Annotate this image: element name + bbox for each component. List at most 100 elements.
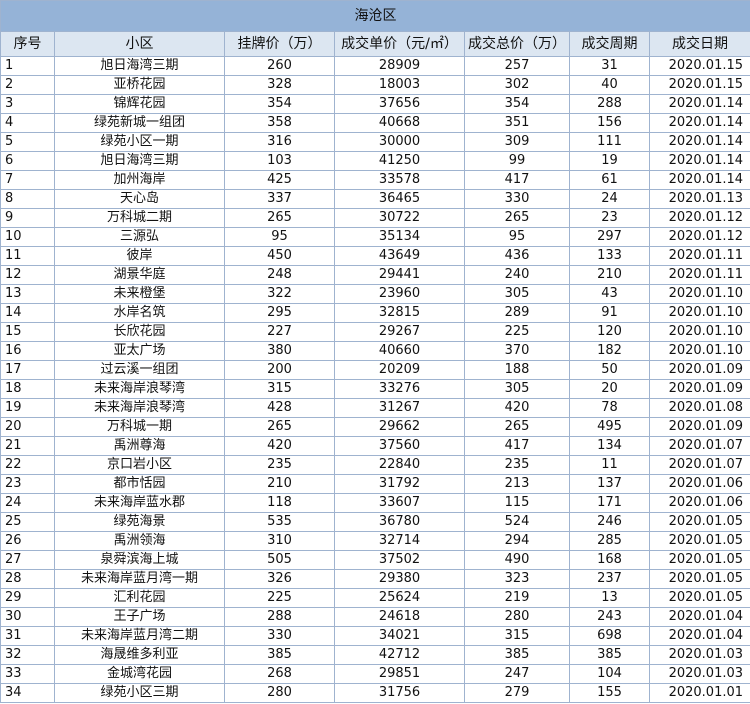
cell-cycle: 297 [569, 227, 650, 247]
cell-index: 17 [0, 360, 55, 380]
cell-date: 2020.01.11 [648, 246, 750, 266]
cell-date: 2020.01.10 [648, 322, 750, 342]
cell-index: 25 [0, 512, 55, 532]
cell-date: 2020.01.03 [648, 664, 750, 684]
cell-list-price: 310 [224, 531, 335, 551]
cell-cycle: 20 [569, 379, 650, 399]
cell-unit-price: 22840 [334, 455, 465, 475]
cell-community: 禹洲尊海 [54, 436, 225, 456]
cell-cycle: 104 [569, 664, 650, 684]
cell-list-price: 315 [224, 379, 335, 399]
cell-unit-price: 29662 [334, 417, 465, 437]
cell-community: 水岸名筑 [54, 303, 225, 323]
cell-index: 5 [0, 132, 55, 152]
cell-community: 未来海岸蓝月湾二期 [54, 626, 225, 646]
cell-total-price: 289 [464, 303, 570, 323]
cell-date: 2020.01.10 [648, 341, 750, 361]
cell-index: 26 [0, 531, 55, 551]
table-row: 19 未来海岸浪琴湾 428 31267 420 78 2020.01.08 [0, 398, 750, 418]
cell-unit-price: 31756 [334, 683, 465, 703]
cell-list-price: 428 [224, 398, 335, 418]
cell-total-price: 99 [464, 151, 570, 171]
cell-list-price: 337 [224, 189, 335, 209]
cell-unit-price: 37502 [334, 550, 465, 570]
cell-community: 未来橙堡 [54, 284, 225, 304]
cell-index: 16 [0, 341, 55, 361]
cell-cycle: 50 [569, 360, 650, 380]
cell-date: 2020.01.07 [648, 455, 750, 475]
cell-cycle: 61 [569, 170, 650, 190]
cell-total-price: 305 [464, 379, 570, 399]
cell-date: 2020.01.01 [648, 683, 750, 703]
table-row: 20 万科城一期 265 29662 265 495 2020.01.09 [0, 417, 750, 437]
cell-index: 14 [0, 303, 55, 323]
cell-cycle: 31 [569, 56, 650, 76]
cell-community: 海晟维多利亚 [54, 645, 225, 665]
cell-cycle: 43 [569, 284, 650, 304]
cell-cycle: 171 [569, 493, 650, 513]
cell-unit-price: 31267 [334, 398, 465, 418]
cell-community: 绿苑海景 [54, 512, 225, 532]
cell-unit-price: 33607 [334, 493, 465, 513]
cell-list-price: 330 [224, 626, 335, 646]
cell-unit-price: 29380 [334, 569, 465, 589]
cell-index: 29 [0, 588, 55, 608]
cell-unit-price: 41250 [334, 151, 465, 171]
cell-cycle: 91 [569, 303, 650, 323]
cell-total-price: 524 [464, 512, 570, 532]
table-row: 33 金城湾花园 268 29851 247 104 2020.01.03 [0, 664, 750, 684]
cell-index: 6 [0, 151, 55, 171]
cell-total-price: 240 [464, 265, 570, 285]
cell-list-price: 95 [224, 227, 335, 247]
cell-cycle: 78 [569, 398, 650, 418]
cell-unit-price: 32815 [334, 303, 465, 323]
table-row: 8 天心岛 337 36465 330 24 2020.01.13 [0, 189, 750, 209]
cell-list-price: 420 [224, 436, 335, 456]
cell-unit-price: 37560 [334, 436, 465, 456]
cell-index: 20 [0, 417, 55, 437]
table-row: 10 三源弘 95 35134 95 297 2020.01.12 [0, 227, 750, 247]
cell-date: 2020.01.12 [648, 208, 750, 228]
cell-cycle: 182 [569, 341, 650, 361]
cell-unit-price: 29267 [334, 322, 465, 342]
cell-list-price: 380 [224, 341, 335, 361]
cell-index: 15 [0, 322, 55, 342]
transaction-table: 海沧区 序号 小区 挂牌价（万） 成交单价（元/㎡） 成交总价（万） 成交周期 成交日期 1… [0, 0, 750, 703]
table-body: 1 旭日海湾三期 260 28909 257 31 2020.01.15 2 亚桥花园 328 18… [0, 56, 750, 703]
cell-unit-price: 40668 [334, 113, 465, 133]
cell-unit-price: 37656 [334, 94, 465, 114]
cell-list-price: 288 [224, 607, 335, 627]
cell-index: 30 [0, 607, 55, 627]
cell-index: 33 [0, 664, 55, 684]
header-unit-price: 成交单价（元/㎡） [334, 31, 465, 57]
cell-total-price: 115 [464, 493, 570, 513]
cell-total-price: 265 [464, 417, 570, 437]
cell-cycle: 237 [569, 569, 650, 589]
cell-list-price: 358 [224, 113, 335, 133]
cell-list-price: 235 [224, 455, 335, 475]
cell-date: 2020.01.05 [648, 531, 750, 551]
cell-unit-price: 23960 [334, 284, 465, 304]
cell-index: 9 [0, 208, 55, 228]
table-row: 22 京口岩小区 235 22840 235 11 2020.01.07 [0, 455, 750, 475]
cell-community: 三源弘 [54, 227, 225, 247]
cell-unit-price: 34021 [334, 626, 465, 646]
cell-index: 31 [0, 626, 55, 646]
cell-date: 2020.01.05 [648, 569, 750, 589]
cell-index: 11 [0, 246, 55, 266]
cell-index: 12 [0, 265, 55, 285]
cell-community: 绿苑小区三期 [54, 683, 225, 703]
cell-cycle: 134 [569, 436, 650, 456]
cell-community: 汇利花园 [54, 588, 225, 608]
cell-index: 3 [0, 94, 55, 114]
table-row: 32 海晟维多利亚 385 42712 385 385 2020.01.03 [0, 645, 750, 665]
header-total-price: 成交总价（万） [464, 31, 570, 57]
cell-total-price: 323 [464, 569, 570, 589]
cell-total-price: 265 [464, 208, 570, 228]
table-row: 17 过云溪一组团 200 20209 188 50 2020.01.09 [0, 360, 750, 380]
cell-date: 2020.01.05 [648, 550, 750, 570]
cell-total-price: 315 [464, 626, 570, 646]
cell-list-price: 225 [224, 588, 335, 608]
header-list-price: 挂牌价（万） [224, 31, 335, 57]
cell-date: 2020.01.14 [648, 132, 750, 152]
